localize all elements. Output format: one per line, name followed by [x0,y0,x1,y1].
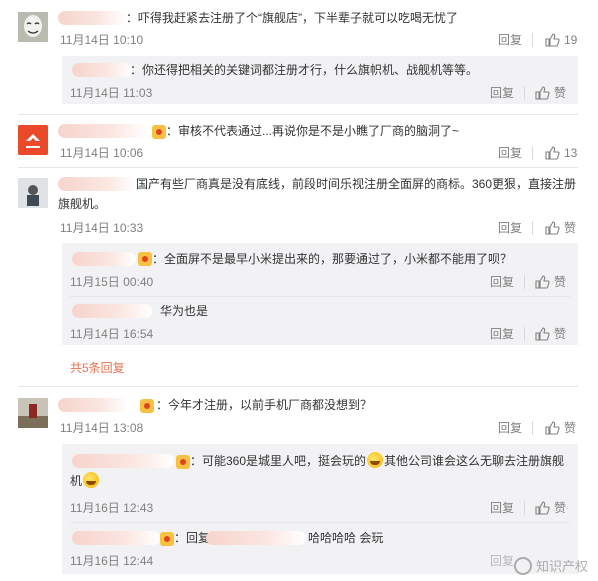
laugh-emoji-icon [83,472,100,488]
thumb-up-icon [535,275,550,289]
like-button[interactable]: 19 [544,32,577,48]
like-button[interactable]: 赞 [544,220,576,236]
divider [70,296,570,297]
vip-badge-icon [160,532,174,546]
comment-time: 11月14日 13:08 [60,421,144,435]
like-count: 19 [564,33,578,47]
like-count: 13 [564,146,578,160]
username-blurred[interactable] [58,11,126,25]
reply-button[interactable]: 回复 [490,326,514,342]
avatar[interactable] [18,398,48,428]
divider [524,327,525,341]
watermark-text: 知识产权 [535,559,588,574]
like-label: 赞 [564,421,577,435]
like-button[interactable]: 赞 [534,500,566,516]
comment-time: 11月14日 10:10 [60,33,144,47]
reply-button[interactable]: 回复 [498,32,522,48]
vip-badge-icon [152,125,166,139]
reply-text: ：可能360是城里人吧，挺会玩的 其他公司谁会这么无聊去注册旗舰机 [70,451,570,491]
comment-text: ：吓得我赶紧去注册了个“旗舰店”，下半辈子就可以吃喝无忧了 [126,11,458,25]
like-label: 赞 [564,221,577,235]
reply-time: 11月14日 11:03 [70,86,153,100]
divider [18,167,578,168]
divider [532,146,533,160]
thumb-up-icon [535,327,550,341]
reply-button[interactable]: 回复 [490,85,514,101]
reply-button[interactable]: 回复 [490,553,514,569]
like-button[interactable]: 13 [544,145,577,161]
thumb-up-icon [545,33,560,47]
reply-button[interactable]: 回复 [498,220,522,236]
like-label: 赞 [554,501,567,515]
divider [524,86,525,100]
reply-text: 华为也是 [160,304,209,318]
divider [524,501,525,515]
username-blurred[interactable] [58,124,148,138]
reply-time: 11月16日 12:44 [70,554,154,568]
laugh-emoji-icon [367,452,384,468]
like-button[interactable]: 赞 [534,85,566,101]
vip-badge-icon [140,399,154,413]
divider [18,386,578,387]
reply-button[interactable]: 回复 [498,145,522,161]
username-blurred[interactable] [72,531,160,545]
like-label: 赞 [554,275,567,289]
reply-time: 11月15日 00:40 [70,275,154,289]
thumb-up-icon [545,146,560,160]
comment-text: 国产有些厂商真是没有底线，前段时间乐视注册全面屏的商标。360更狠，直接注册旗舰… [58,177,577,211]
reply-button[interactable]: 回复 [490,500,514,516]
username-blurred[interactable] [72,304,152,318]
comment-text: ：今年才注册，以前手机厂商都没想到？ [156,398,373,412]
like-label: 赞 [554,327,567,341]
reply-button[interactable]: 回复 [490,274,514,290]
username-blurred[interactable] [72,252,136,266]
reply-text: ：你还得把相关的关键词都注册才行，什么旗帜机、战舰机等等。 [130,63,479,77]
divider [532,221,533,235]
thumb-up-icon [545,221,560,235]
thumb-up-icon [535,86,550,100]
divider [18,114,578,115]
more-replies-link[interactable]: 共5条回复 [70,359,125,376]
thumb-up-icon [535,501,550,515]
avatar[interactable] [18,12,48,42]
reply-time: 11月14日 16:54 [70,327,154,341]
divider [70,522,570,523]
like-button[interactable]: 赞 [544,420,576,436]
reply-text-part: ：可能360是城里人吧，挺会玩的 [190,454,367,468]
thumb-up-icon [545,421,560,435]
like-button[interactable]: 赞 [534,274,566,290]
like-label: 赞 [554,86,567,100]
reply-text-part: 哈哈哈哈 会玩 [308,531,384,545]
wechat-icon [513,556,532,575]
comment-time: 11月14日 10:33 [60,221,144,235]
avatar[interactable] [18,125,48,155]
comment-time: 11月14日 10:06 [60,146,144,160]
watermark: 知识产权 [513,556,588,575]
divider [532,33,533,47]
reply-button[interactable]: 回复 [498,420,522,436]
reply-time: 11月16日 12:43 [70,501,154,515]
divider [524,275,525,289]
reply-text-part: ：回复 [174,531,211,545]
username-blurred[interactable] [72,63,132,77]
vip-badge-icon [138,252,152,266]
reply-text: ：全面屏不是最早小米提出来的，那要通过了，小米都不能用了呗？ [152,252,513,266]
username-blurred[interactable] [58,398,128,412]
avatar[interactable] [18,178,48,208]
like-button[interactable]: 赞 [534,326,566,342]
divider [532,421,533,435]
comment-text: ：审核不代表通过...再说你是不是小瞧了厂商的脑洞了~ [166,124,460,138]
username-blurred[interactable] [206,531,306,545]
